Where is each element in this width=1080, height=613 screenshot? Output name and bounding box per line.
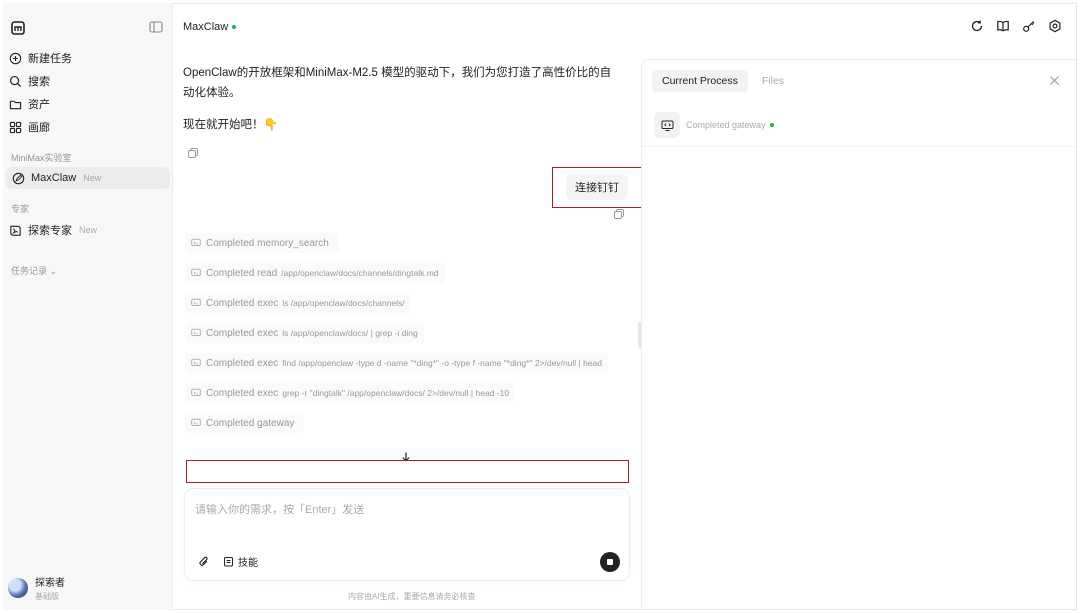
paperclip-icon[interactable]	[197, 555, 211, 569]
map-icon	[10, 225, 21, 236]
step-item[interactable]: Completed gateway	[185, 413, 305, 433]
step-item[interactable]: Completed memory_search	[185, 233, 339, 253]
assistant-message-start: 现在就开始吧！👇	[183, 119, 278, 131]
step-item[interactable]: Completed exec ls /app/openclaw/docs/ | g…	[185, 323, 424, 343]
sidebar: 新建任务 搜索 资产 画廊 MiniMax实验室 MaxClaw New 专家 …	[3, 3, 173, 610]
stop-icon	[607, 559, 613, 565]
sidebar-item-label: 画廊	[28, 122, 50, 134]
new-badge: New	[79, 225, 98, 235]
terminal-icon	[191, 418, 201, 427]
plus-circle-icon	[9, 52, 22, 64]
sidebar-item-label: 探索专家	[28, 225, 72, 237]
sidebar-item-gallery[interactable]: 画廊	[3, 116, 169, 138]
chat-input[interactable]	[195, 501, 615, 541]
clipboard-icon	[224, 557, 233, 567]
key-icon[interactable]	[1022, 19, 1036, 33]
copy-icon[interactable]	[613, 208, 625, 220]
terminal-icon	[191, 298, 201, 307]
panel-tabs: Current Process Files	[652, 70, 794, 92]
section-label-expert: 专家	[11, 204, 30, 214]
process-icon-wrap	[654, 112, 680, 138]
stop-button[interactable]	[600, 552, 620, 572]
terminal-icon	[191, 238, 201, 247]
user-name: 探索者	[35, 578, 65, 589]
terminal-icon	[191, 388, 201, 397]
monitor-code-icon	[661, 120, 673, 131]
top-toolbar	[970, 19, 1062, 33]
settings-icon[interactable]	[1048, 19, 1062, 33]
tab-current-process[interactable]: Current Process	[652, 70, 748, 92]
process-panel: Current Process Files Completed gateway	[641, 59, 1077, 609]
chat-input-box: 技能	[184, 488, 630, 581]
step-item[interactable]: Completed exec ls /app/openclaw/docs/chan…	[185, 293, 411, 313]
app-logo-icon[interactable]	[11, 21, 25, 35]
sidebar-item-label: 搜索	[28, 76, 50, 88]
success-status-dot	[769, 123, 774, 127]
terminal-icon	[191, 268, 201, 277]
disclaimer: 内容由AI生成，重要信息请务必核查	[348, 592, 476, 601]
page-title: MaxClaw	[183, 21, 237, 33]
sidebar-toggle-icon[interactable]	[149, 20, 163, 34]
folder-icon	[9, 100, 22, 109]
sidebar-item-maxclaw[interactable]: MaxClaw New	[6, 167, 170, 189]
online-status-dot	[232, 25, 237, 29]
user-plan: 基础版	[35, 592, 59, 601]
close-icon[interactable]	[1049, 75, 1060, 86]
sidebar-item-label: 资产	[28, 99, 50, 111]
highlight-box-empty-area	[186, 460, 629, 483]
grid-icon	[9, 121, 22, 133]
sidebar-item-assets[interactable]: 资产	[3, 93, 169, 115]
sidebar-item-explorer[interactable]: 探索专家 New	[3, 219, 169, 241]
copy-icon[interactable]	[187, 147, 199, 159]
sidebar-item-label: 新建任务	[28, 53, 72, 65]
step-item[interactable]: Completed exec grep -r "dingtalk" /app/op…	[185, 383, 516, 403]
skills-button[interactable]: 技能	[223, 554, 258, 569]
refresh-icon[interactable]	[970, 19, 984, 33]
highlight-box-user-message	[552, 167, 642, 208]
section-label-lab: MiniMax实验室	[11, 153, 72, 163]
edit-pen-icon	[12, 172, 25, 184]
avatar	[8, 578, 28, 598]
search-icon	[9, 75, 22, 87]
task-history-toggle[interactable]: 任务记录 ⌄	[11, 264, 57, 277]
panel-divider	[642, 146, 1077, 147]
sidebar-item-search[interactable]: 搜索	[3, 70, 169, 92]
terminal-icon	[191, 328, 201, 337]
sidebar-item-label: MaxClaw	[31, 172, 77, 184]
book-icon[interactable]	[996, 19, 1010, 33]
tab-files[interactable]: Files	[752, 70, 794, 92]
new-badge: New	[83, 173, 102, 183]
step-item[interactable]: Completed read/app/openclaw/docs/channel…	[185, 263, 445, 283]
process-status: Completed gateway	[686, 120, 766, 130]
sidebar-item-new-task[interactable]: 新建任务	[3, 47, 169, 69]
terminal-icon	[191, 358, 201, 367]
assistant-message: OpenClaw的开放框架和MiniMax-M2.5 模型的驱动下，我们为您打造…	[183, 67, 612, 99]
step-item[interactable]: Completed exec find /app/openclaw -type d…	[185, 353, 609, 373]
process-item[interactable]: Completed gateway	[654, 112, 774, 138]
user-profile[interactable]: 探索者 基础版	[8, 574, 65, 602]
